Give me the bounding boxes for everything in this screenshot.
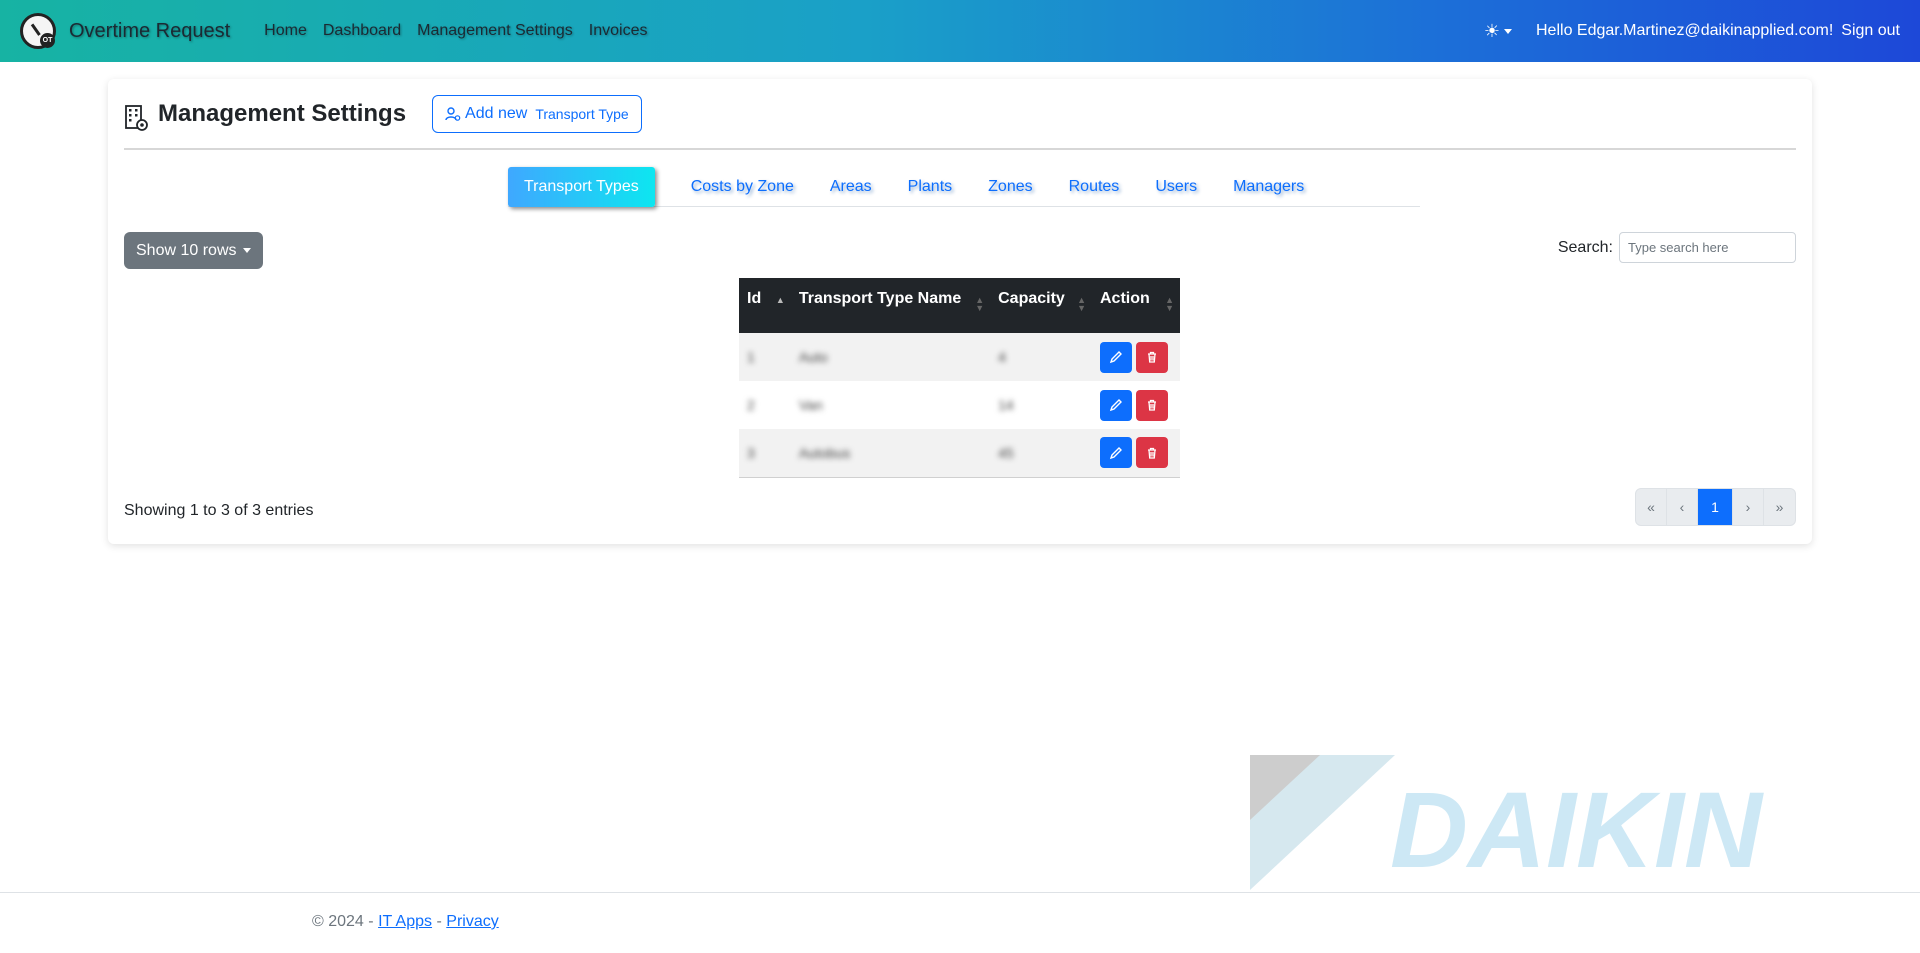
user-greeting: Hello Edgar.Martinez@daikinapplied.com!: [1536, 22, 1834, 39]
column-header-id[interactable]: Id ▲: [739, 278, 791, 333]
nav-right: ☀ Hello Edgar.Martinez@daikinapplied.com…: [1484, 0, 1900, 62]
page-title: Management Settings: [158, 100, 407, 127]
sort-icon: ▲ ▼: [1077, 295, 1086, 313]
sign-out-link[interactable]: Sign out: [1841, 22, 1900, 40]
column-header-action[interactable]: Action ▲ ▼: [1092, 278, 1180, 333]
sun-icon: ☀: [1483, 20, 1500, 41]
settings-tabs: Transport Types Costs by Zone Areas Plan…: [508, 167, 1420, 207]
pencil-icon: [1109, 351, 1122, 364]
show-rows-label: Show 10 rows: [136, 241, 237, 259]
footer-divider: [0, 892, 1920, 893]
pencil-icon: [1109, 446, 1122, 459]
search-label: Search:: [1557, 238, 1613, 256]
nav-link-invoices[interactable]: Invoices: [589, 22, 648, 40]
cell-capacity: 14: [998, 397, 1014, 413]
page-first-button[interactable]: «: [1636, 489, 1667, 525]
pencil-icon: [1109, 399, 1122, 412]
nav-link-home[interactable]: Home: [264, 22, 307, 40]
chevron-down-icon: [1504, 28, 1512, 34]
sort-icon: ▲ ▼: [1165, 295, 1174, 313]
daikin-watermark-logo: DAIKIN: [1250, 755, 1764, 890]
trash-icon: [1148, 447, 1156, 459]
nav-link-management-settings[interactable]: Management Settings: [417, 22, 573, 40]
edit-button[interactable]: [1100, 437, 1132, 469]
cell-name: Autobus: [798, 444, 851, 461]
edit-button[interactable]: [1100, 389, 1132, 421]
footer-separator: -: [436, 913, 442, 930]
cell-capacity: 4: [998, 349, 1006, 365]
chevron-down-icon: [242, 248, 251, 253]
show-rows-dropdown[interactable]: Show 10 rows: [124, 232, 263, 269]
watermark-text: DAIKIN: [1390, 769, 1764, 890]
brand-name[interactable]: Overtime Request: [69, 20, 230, 43]
nav-link-dashboard[interactable]: Dashboard: [323, 22, 401, 40]
tab-managers[interactable]: Managers: [1215, 167, 1322, 207]
footer-link-it-apps[interactable]: IT Apps: [378, 913, 432, 930]
trash-icon: [1148, 399, 1156, 411]
tab-routes[interactable]: Routes: [1051, 167, 1138, 207]
theme-toggle[interactable]: ☀: [1484, 21, 1512, 42]
cell-id: 1: [747, 349, 755, 365]
table-row: 3 Autobus 45: [739, 429, 1180, 478]
tab-costs-by-zone[interactable]: Costs by Zone: [673, 167, 812, 207]
settings-card: Management Settings Add new Transport Ty…: [108, 79, 1812, 544]
tab-transport-types[interactable]: Transport Types: [508, 167, 655, 207]
tab-zones[interactable]: Zones: [970, 167, 1050, 207]
clock-logo-icon: OT: [20, 13, 56, 49]
tab-users[interactable]: Users: [1137, 167, 1215, 207]
cell-id: 2: [747, 397, 755, 413]
sort-icon: ▲ ▼: [975, 295, 985, 313]
cell-capacity: 45: [998, 444, 1014, 461]
add-button-entity: Transport Type: [535, 106, 629, 122]
person-gear-icon: [445, 107, 461, 121]
column-header-capacity[interactable]: Capacity ▲ ▼: [990, 278, 1092, 333]
table-row: 2 Van 14: [739, 381, 1180, 429]
footer-link-privacy[interactable]: Privacy: [446, 913, 498, 930]
footer-copyright: © 2024 -: [312, 913, 374, 930]
page-prev-button[interactable]: ‹: [1667, 489, 1698, 525]
edit-button[interactable]: [1100, 341, 1132, 373]
card-header: Management Settings Add new Transport Ty…: [124, 95, 642, 133]
brand[interactable]: OT Overtime Request: [20, 13, 230, 49]
cell-name: Auto: [798, 349, 828, 365]
delete-button[interactable]: [1136, 437, 1168, 469]
cell-id: 3: [747, 444, 755, 461]
footer: © 2024 - IT Apps - Privacy: [312, 913, 499, 931]
sort-icon: ▲: [775, 295, 785, 305]
cell-name: Van: [798, 397, 823, 413]
transport-types-table: Id ▲ Transport Type Name ▲ ▼ Capacity ▲ ▼ …: [739, 278, 1180, 478]
table-info: Showing 1 to 3 of 3 entries: [124, 502, 314, 519]
tab-areas[interactable]: Areas: [812, 167, 890, 207]
trash-icon: [1148, 351, 1156, 363]
table-row: 1 Auto 4: [739, 333, 1180, 381]
building-gear-icon: [125, 105, 148, 131]
page-last-button[interactable]: »: [1764, 489, 1795, 525]
page-next-button[interactable]: ›: [1733, 489, 1764, 525]
delete-button[interactable]: [1136, 389, 1168, 421]
add-transport-type-button[interactable]: Add new Transport Type: [432, 95, 642, 133]
page-1-button[interactable]: 1: [1698, 489, 1733, 525]
add-button-label: Add new: [465, 105, 528, 122]
tab-plants[interactable]: Plants: [890, 167, 970, 207]
delete-button[interactable]: [1136, 341, 1168, 373]
nav-links: Home Dashboard Management Settings Invoi…: [248, 22, 647, 40]
column-header-name[interactable]: Transport Type Name ▲ ▼: [790, 278, 991, 333]
pagination: « ‹ 1 › »: [1635, 488, 1796, 526]
header-divider: [124, 148, 1796, 150]
search-wrap: Search:: [1558, 232, 1796, 263]
top-navbar: OT Overtime Request Home Dashboard Manag…: [0, 0, 1920, 62]
search-input[interactable]: [1619, 232, 1796, 263]
